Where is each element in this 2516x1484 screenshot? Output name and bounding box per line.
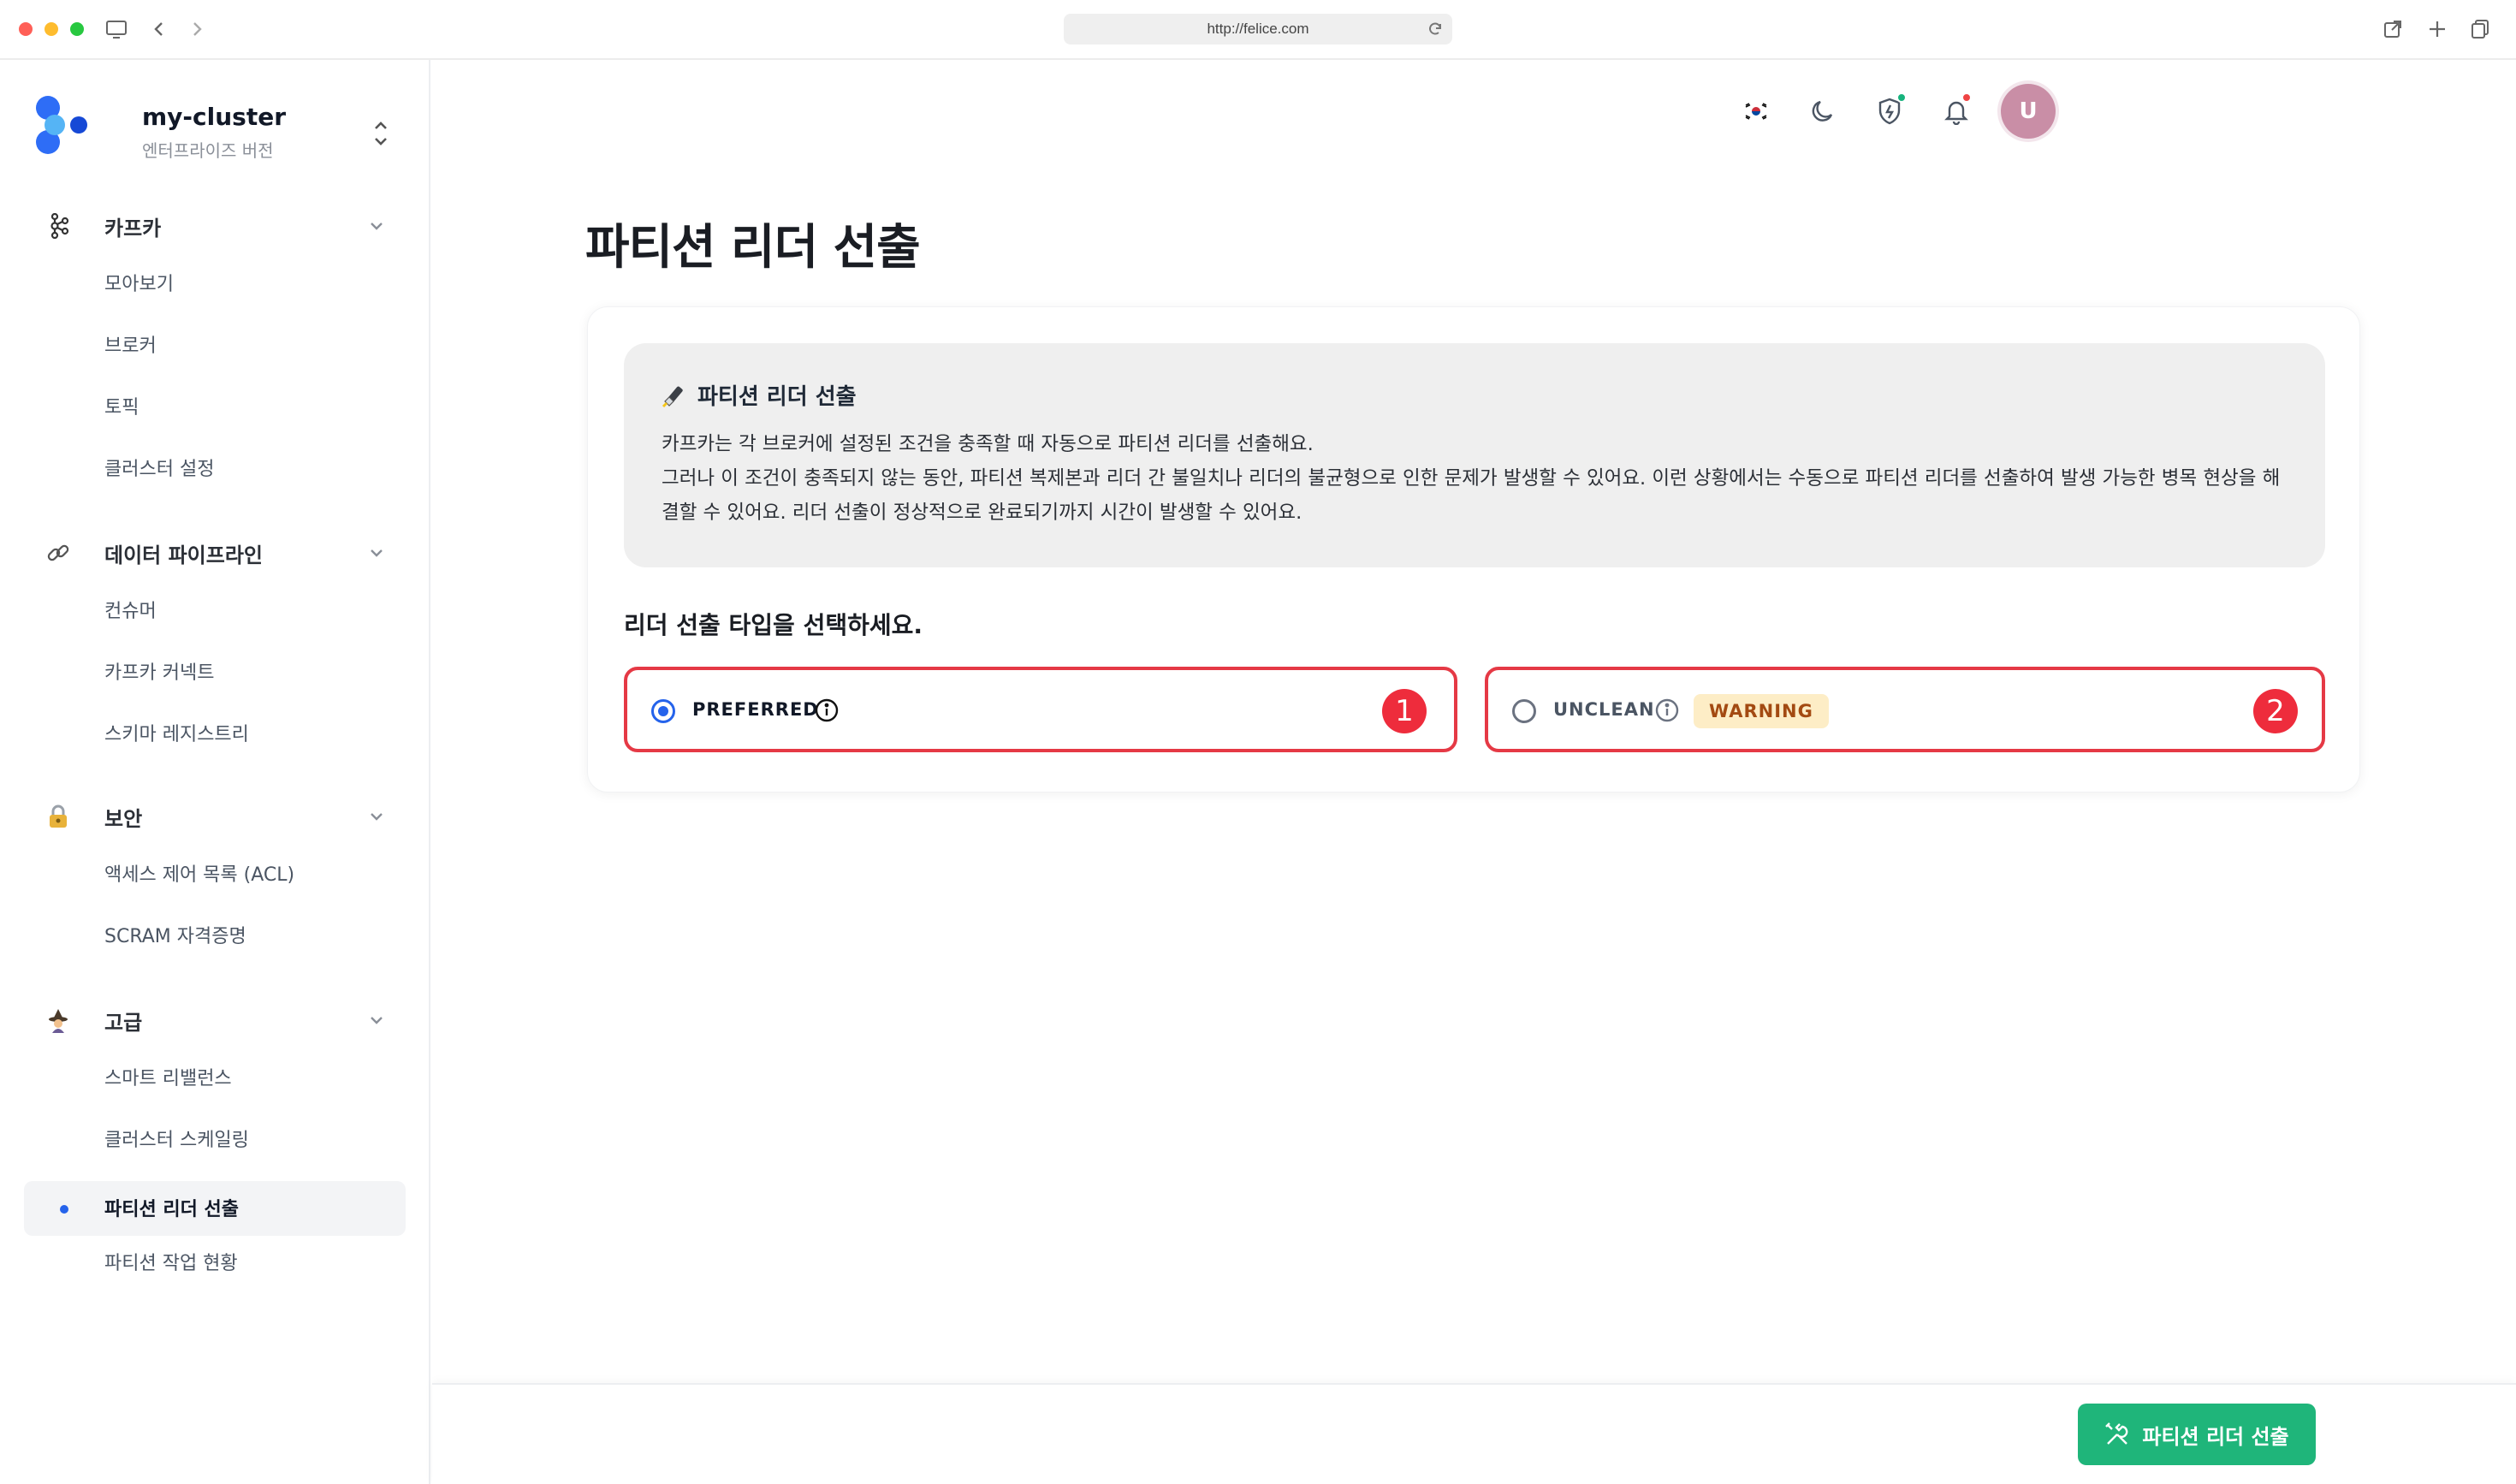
annotation-marker-2: 2 [2253, 689, 2298, 733]
option-unclean[interactable]: UNCLEAN WARNING 2 [1485, 667, 2325, 752]
browser-toolbar: http://felice.com [0, 0, 2516, 60]
lock-icon [45, 803, 72, 830]
address-bar-url: http://felice.com [1207, 21, 1309, 37]
info-line-2: 그러나 이 조건이 충족되지 않는 동안, 파티션 복제본과 리더 간 불일치나… [662, 467, 2281, 524]
option-label: UNCLEAN [1553, 699, 1655, 720]
annotation-marker-1: 1 [1382, 689, 1427, 733]
moon-icon[interactable] [1804, 92, 1842, 130]
nav-group-label: 보안 [104, 806, 143, 831]
back-icon[interactable] [144, 14, 175, 45]
shield-icon[interactable] [1871, 92, 1908, 130]
reload-icon[interactable] [1427, 21, 1444, 38]
cluster-name: my-cluster [142, 103, 287, 131]
info-description: 카프카는 각 브로커에 설정된 조건을 충족할 때 자동으로 파티션 리더를 선… [662, 427, 2296, 530]
elect-leader-button-label: 파티션 리더 선출 [2142, 1424, 2289, 1449]
active-indicator-dot [60, 1205, 68, 1214]
user-avatar[interactable]: U [2001, 84, 2056, 139]
share-icon[interactable] [2377, 14, 2408, 45]
sidebar: my-cluster 엔터프라이즈 버전 카프카 모아보기 브로커 토픽 클러스… [0, 60, 430, 1484]
sidebar-item-partition-leader-election[interactable]: 파티션 리더 선출 [24, 1181, 406, 1236]
cluster-switcher[interactable]: my-cluster 엔터프라이즈 버전 [34, 94, 411, 171]
window-minimize-button[interactable] [45, 22, 58, 36]
warning-badge: WARNING [1694, 694, 1829, 728]
sidebar-item-schema-registry[interactable]: 스키마 레지스트리 [104, 721, 249, 750]
tabs-overview-icon[interactable] [2465, 14, 2495, 45]
option-label: PREFERRED [692, 699, 819, 720]
nav-group-kafka[interactable]: 카프카 [45, 207, 387, 245]
wizard-icon [45, 1006, 72, 1034]
info-title: 파티션 리더 선출 [662, 379, 857, 411]
nav-group-label: 카프카 [104, 216, 162, 240]
chevron-down-icon[interactable] [366, 216, 387, 236]
chevron-down-icon[interactable] [366, 543, 387, 563]
window-zoom-button[interactable] [70, 22, 84, 36]
info-box: 파티션 리더 선출 카프카는 각 브로커에 설정된 조건을 충족할 때 자동으로… [624, 343, 2325, 567]
info-icon[interactable] [1654, 697, 1680, 723]
security-status-dot [1896, 92, 1907, 103]
window-close-button[interactable] [19, 22, 33, 36]
forward-icon[interactable] [181, 14, 212, 45]
sidebar-item-cluster-scaling[interactable]: 클러스터 스케일링 [104, 1126, 249, 1155]
nav-group-advanced[interactable]: 고급 [45, 1001, 387, 1039]
election-card: 파티션 리더 선출 카프카는 각 브로커에 설정된 조건을 충족할 때 자동으로… [587, 306, 2360, 792]
brand-logo-icon [36, 96, 87, 154]
address-bar[interactable]: http://felice.com [1064, 14, 1452, 45]
preferred-radio[interactable] [651, 699, 675, 723]
sidebar-item-acl[interactable]: 액세스 제어 목록 (ACL) [104, 861, 294, 890]
sidebar-item-cluster-settings[interactable]: 클러스터 설정 [104, 455, 214, 484]
unclean-radio[interactable] [1512, 699, 1536, 723]
link-icon [45, 539, 72, 567]
flashlight-icon [662, 386, 683, 407]
info-line-1: 카프카는 각 브로커에 설정된 조건을 충족할 때 자동으로 파티션 리더를 선… [662, 433, 1314, 455]
sidebar-item-partition-task-status[interactable]: 파티션 작업 현황 [104, 1250, 238, 1279]
chevron-up-down-icon[interactable] [368, 116, 394, 151]
chevron-down-icon[interactable] [366, 1010, 387, 1030]
tools-icon [2105, 1422, 2128, 1445]
sidebar-item-consumers[interactable]: 컨슈머 [104, 597, 157, 626]
nav-group-data-pipeline[interactable]: 데이터 파이프라인 [45, 534, 387, 572]
info-title-text: 파티션 리더 선출 [697, 384, 857, 410]
new-tab-icon[interactable] [2422, 14, 2453, 45]
sidebar-item-kafka-connect[interactable]: 카프카 커넥트 [104, 659, 214, 688]
nav-group-label: 고급 [104, 1010, 143, 1035]
edition-label: 엔터프라이즈 버전 [142, 140, 274, 161]
sidebar-item-label: 파티션 리더 선출 [104, 1199, 239, 1220]
chevron-down-icon[interactable] [366, 806, 387, 827]
nav-group-label: 데이터 파이프라인 [104, 543, 263, 567]
page-title: 파티션 리더 선출 [585, 220, 921, 276]
option-preferred[interactable]: PREFERRED 1 [624, 667, 1457, 752]
sidebar-item-scram-credentials[interactable]: SCRAM 자격증명 [104, 923, 246, 952]
info-icon[interactable] [814, 697, 840, 723]
sidebar-toggle-icon[interactable] [101, 14, 132, 45]
notification-dot [1961, 92, 1972, 103]
election-type-label: 리더 선출 타입을 선택하세요. [624, 611, 923, 639]
sidebar-item-brokers[interactable]: 브로커 [104, 332, 157, 361]
kafka-icon [45, 212, 72, 240]
sidebar-item-overview[interactable]: 모아보기 [104, 270, 174, 300]
bell-icon[interactable] [1937, 92, 1975, 130]
elect-leader-button[interactable]: 파티션 리더 선출 [2078, 1404, 2316, 1465]
korea-flag-icon[interactable] [1737, 92, 1775, 130]
sidebar-item-topics[interactable]: 토픽 [104, 394, 139, 423]
sidebar-item-smart-rebalance[interactable]: 스마트 리밸런스 [104, 1065, 232, 1094]
nav-group-security[interactable]: 보안 [45, 798, 387, 835]
